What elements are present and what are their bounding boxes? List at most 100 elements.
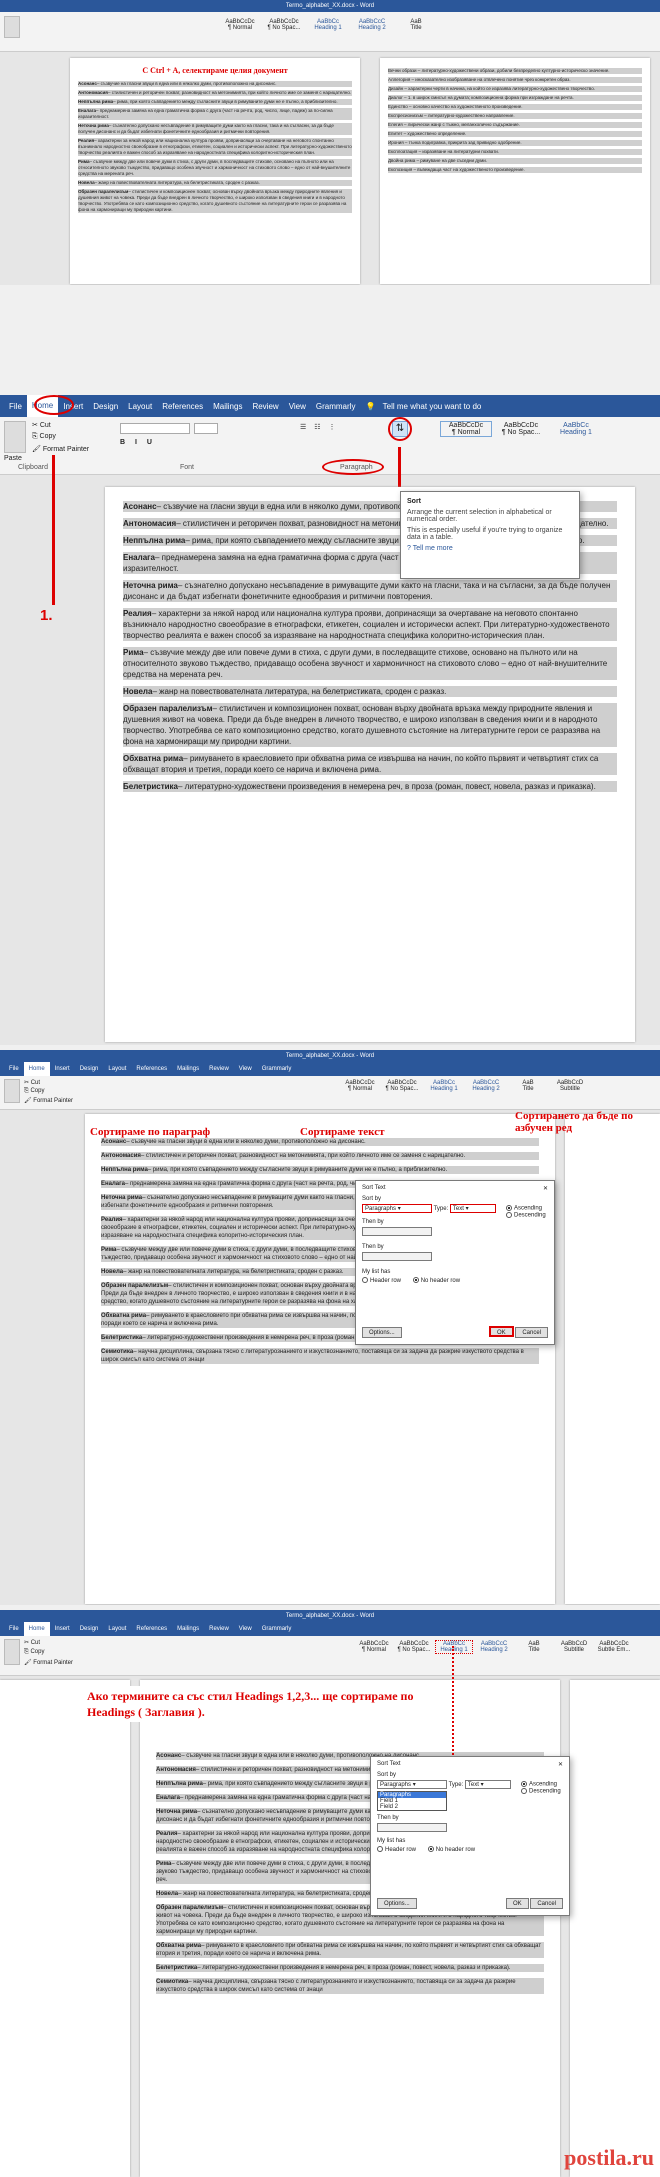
options-button[interactable]: Options... [377,1898,417,1909]
close-icon[interactable]: ✕ [558,1761,563,1768]
style-subtitle[interactable]: AaBbCcD Subtitle [555,1640,593,1654]
cut-button[interactable]: ✂ Cut [32,421,51,429]
paste-label[interactable]: Paste [4,455,22,462]
type-select[interactable]: Text ▾ [449,1204,496,1213]
tab-file[interactable]: File [4,402,27,411]
dropdown-option-field-2[interactable]: Field 2 [378,1804,446,1810]
type-select[interactable]: Text ▾ [464,1780,511,1789]
tab-view[interactable]: View [284,402,311,411]
font-format-buttons[interactable]: B I U [120,439,156,446]
style-heading-1[interactable]: AaBbCc Heading 1 [308,18,348,32]
styles-gallery[interactable]: AaBbCcDc ¶ Normal AaBbCcDc ¶ No Spac... Aa… [220,18,436,32]
then-by-select[interactable] [377,1823,447,1832]
options-button[interactable]: Options... [362,1327,402,1338]
cut-button[interactable]: ✂ Cut [24,1639,40,1646]
tab-review[interactable]: Review [247,402,283,411]
then-by-select-1[interactable] [362,1227,432,1236]
styles-gallery[interactable]: AaBbCcDc ¶ Normal AaBbCcDc ¶ No Spac... Aa… [340,1079,590,1093]
tab-file[interactable]: File [4,1626,24,1632]
tab-grammarly[interactable]: Grammarly [257,1066,297,1072]
tab-view[interactable]: View [234,1626,257,1632]
tab-home[interactable]: Home [23,1062,50,1076]
then-by-select-2[interactable] [362,1252,432,1261]
style-no-spacing[interactable]: AaBbCcDc ¶ No Spac... [264,18,304,32]
style-title[interactable]: AaB Title [515,1640,553,1654]
no-header-row-radio[interactable]: No header row [427,1846,475,1853]
close-icon[interactable]: ✕ [543,1185,548,1192]
copy-button[interactable]: ⎘ Copy [24,1088,44,1095]
style-heading-1[interactable]: AaBbCc Heading 1 [550,421,602,437]
paste-icon[interactable] [4,1079,20,1103]
tab-layout[interactable]: Layout [103,1066,131,1072]
tab-mailings[interactable]: Mailings [172,1626,204,1632]
tab-home[interactable]: Home [23,1622,50,1636]
tab-design[interactable]: Design [75,1626,104,1632]
styles-gallery[interactable]: AaBbCcDc ¶ Normal AaBbCcDc ¶ No Spac... Aa… [355,1640,633,1654]
tab-file[interactable]: File [4,1066,24,1072]
tab-review[interactable]: Review [204,1066,234,1072]
ascending-radio[interactable]: Ascending [506,1205,546,1212]
tab-design[interactable]: Design [75,1066,104,1072]
tab-references[interactable]: References [157,402,208,411]
tab-grammarly[interactable]: Grammarly [311,402,361,411]
no-header-row-radio[interactable]: No header row [412,1277,460,1284]
list-buttons[interactable]: ☰ ☷ ⋮ [300,423,338,431]
tab-mailings[interactable]: Mailings [208,402,247,411]
style-normal[interactable]: AaBbCcDc ¶ Normal [440,421,492,437]
tab-design[interactable]: Design [88,402,123,411]
format-painter-button[interactable]: 🖌 Format Painter [24,1097,73,1104]
style-subtitle[interactable]: AaBbCcD Subtitle [550,1079,590,1093]
ok-button[interactable]: OK [505,1898,529,1909]
tab-layout[interactable]: Layout [123,402,157,411]
ok-button[interactable]: OK [488,1326,514,1337]
then-by-label: Then by [377,1815,399,1821]
font-name-field[interactable] [120,423,190,434]
descending-radio[interactable]: Descending [506,1211,546,1218]
tab-view[interactable]: View [234,1066,257,1072]
paste-icon[interactable] [4,1639,20,1665]
definition-line: Неточна рима– съзнателно допускано несъв… [123,580,617,602]
tab-insert[interactable]: Insert [50,1626,75,1632]
paste-icon[interactable] [4,16,20,38]
style-no-spacing[interactable]: AaBbCcDc ¶ No Spac... [495,421,547,437]
paste-icon[interactable] [4,421,26,453]
ascending-radio[interactable]: Ascending [521,1781,561,1788]
font-size-field[interactable] [194,423,218,434]
style-title[interactable]: AaB Title [508,1079,548,1093]
style-normal[interactable]: AaBbCcDc ¶ Normal [220,18,260,32]
style-heading-2[interactable]: AaBbCcC Heading 2 [475,1640,513,1654]
tab-references[interactable]: References [131,1626,172,1632]
tell-me-box[interactable]: 💡 Tell me what you want to do [360,402,491,411]
sort-by-select[interactable]: Paragraphs ▾ [377,1780,447,1789]
style-heading-1[interactable]: AaBbCc Heading 1 [424,1079,464,1093]
cut-button[interactable]: ✂ Cut [24,1079,40,1086]
format-painter-button[interactable]: 🖌 Format Painter [24,1659,73,1666]
copy-button[interactable]: ⎘ Copy [32,433,56,441]
tab-grammarly[interactable]: Grammarly [257,1626,297,1632]
copy-button[interactable]: ⎘ Copy [24,1649,44,1656]
descending-radio[interactable]: Descending [521,1787,561,1794]
style-heading-2[interactable]: AaBbCcC Heading 2 [466,1079,506,1093]
format-painter-button[interactable]: 🖌 Format Painter [32,445,89,453]
header-row-radio[interactable]: Header row [377,1846,416,1853]
style-title[interactable]: AaB Title [396,18,436,32]
style-no-spacing[interactable]: AaBbCcDc ¶ No Spac... [395,1640,433,1654]
styles-gallery[interactable]: AaBbCcDc ¶ Normal AaBbCcDc ¶ No Spac... Aa… [440,421,602,437]
tab-mailings[interactable]: Mailings [172,1066,204,1072]
cancel-button[interactable]: Cancel [530,1898,563,1909]
style-subtle-emphasis[interactable]: AaBbCcDc Subtle Em... [595,1640,633,1654]
header-row-radio[interactable]: Header row [362,1277,401,1284]
style-normal[interactable]: AaBbCcDc ¶ Normal [355,1640,393,1654]
cancel-button[interactable]: Cancel [515,1327,548,1338]
definition-line: Експозиция – въвеждаща част на художеств… [388,167,642,173]
sort-by-select[interactable]: Paragraphs ▾ [362,1204,432,1213]
style-normal[interactable]: AaBbCcDc ¶ Normal [340,1079,380,1093]
tab-review[interactable]: Review [204,1626,234,1632]
tab-references[interactable]: References [131,1066,172,1072]
style-no-spacing[interactable]: AaBbCcDc ¶ No Spac... [382,1079,422,1093]
tell-me-more-link[interactable]: ? Tell me more [407,545,573,552]
style-heading-2[interactable]: AaBbCcC Heading 2 [352,18,392,32]
style-heading-1[interactable]: AaBbCc Heading 1 [435,1640,473,1654]
tab-layout[interactable]: Layout [103,1626,131,1632]
tab-insert[interactable]: Insert [50,1066,75,1072]
